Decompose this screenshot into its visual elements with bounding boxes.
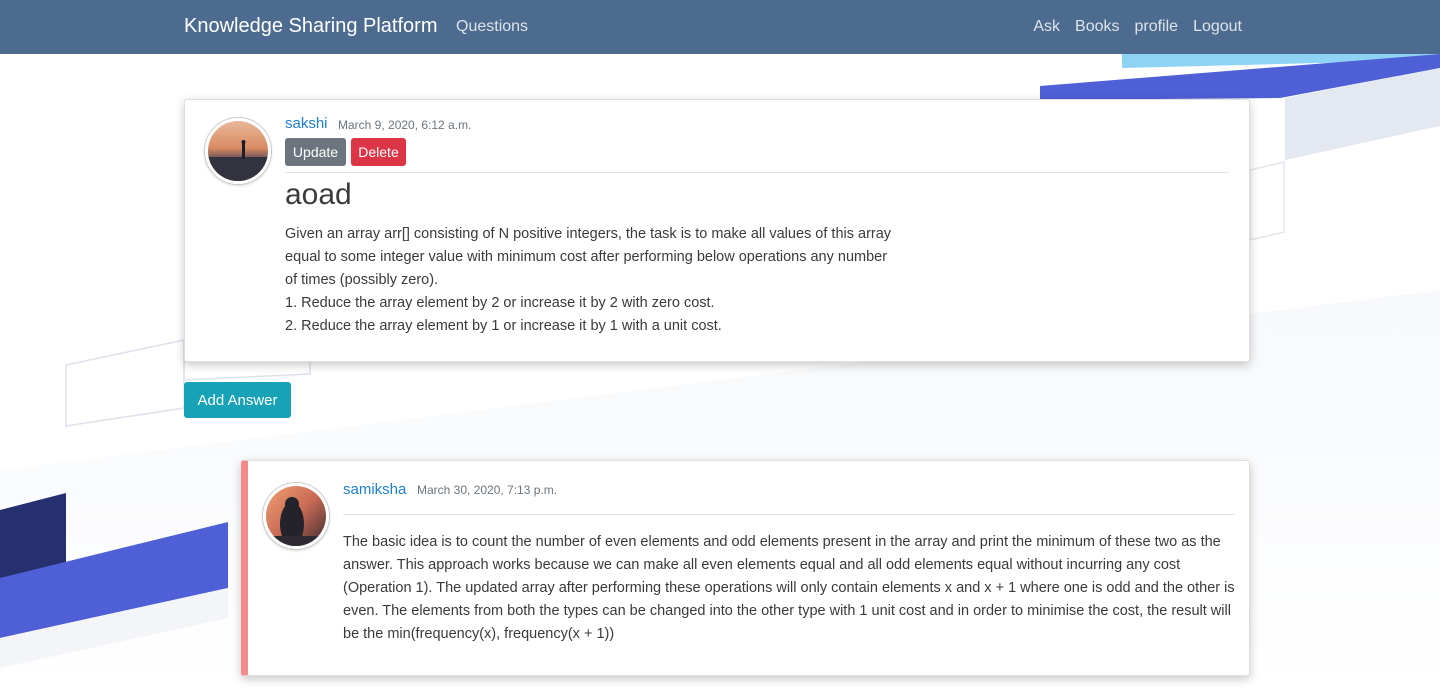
brand-link[interactable]: Knowledge Sharing Platform bbox=[184, 15, 437, 38]
avatar-image bbox=[266, 486, 326, 546]
question-body: Given an array arr[] consisting of N pos… bbox=[285, 226, 892, 334]
answer-body: The basic idea is to count the number of… bbox=[343, 534, 1235, 642]
divider bbox=[285, 172, 1229, 173]
page: Knowledge Sharing Platform Questions Ask… bbox=[0, 0, 1440, 690]
answer-timestamp: March 30, 2020, 7:13 p.m. bbox=[417, 483, 558, 497]
question-author-link[interactable]: sakshi bbox=[285, 115, 328, 132]
delete-button[interactable]: Delete bbox=[351, 138, 406, 166]
nav-books-link[interactable]: Books bbox=[1075, 18, 1119, 36]
avatar bbox=[205, 118, 271, 184]
question-card: sakshi March 9, 2020, 6:12 a.m. Update D… bbox=[184, 99, 1250, 362]
question-timestamp: March 9, 2020, 6:12 a.m. bbox=[338, 118, 472, 132]
nav-ask-link[interactable]: Ask bbox=[1033, 18, 1060, 36]
avatar bbox=[263, 483, 329, 549]
nav-logout-link[interactable]: Logout bbox=[1193, 18, 1242, 36]
answer-card: samiksha March 30, 2020, 7:13 p.m. The b… bbox=[241, 460, 1250, 676]
answer-author-link[interactable]: samiksha bbox=[343, 481, 406, 498]
add-answer-button[interactable]: Add Answer bbox=[184, 382, 291, 418]
question-title: aoad bbox=[285, 178, 352, 211]
navbar: Knowledge Sharing Platform Questions Ask… bbox=[0, 0, 1440, 54]
avatar-image bbox=[208, 121, 268, 181]
nav-profile-link[interactable]: profile bbox=[1134, 18, 1178, 36]
nav-questions-link[interactable]: Questions bbox=[456, 18, 528, 36]
divider bbox=[343, 514, 1235, 515]
update-button[interactable]: Update bbox=[285, 138, 346, 166]
nav-right-links: Ask Books profile Logout bbox=[1033, 18, 1242, 36]
